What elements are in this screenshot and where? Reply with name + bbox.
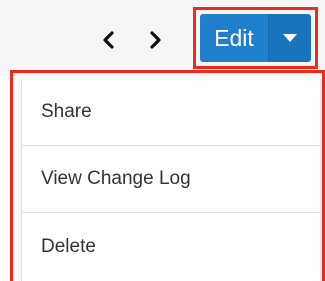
menu-item-view-change-log[interactable]: View Change Log — [22, 146, 320, 213]
next-record-button[interactable] — [141, 26, 169, 54]
menu-item-delete[interactable]: Delete — [22, 213, 320, 280]
edit-button-group: Edit — [200, 14, 311, 62]
chevron-right-icon — [150, 31, 161, 49]
actions-dropdown-menu: Share View Change Log Delete — [21, 79, 321, 281]
menu-item-share[interactable]: Share — [22, 79, 320, 146]
caret-down-icon — [283, 34, 297, 42]
previous-record-button[interactable] — [95, 26, 123, 54]
edit-button[interactable]: Edit — [200, 14, 268, 62]
chevron-left-icon — [103, 31, 114, 49]
edit-actions-dropdown-toggle[interactable] — [268, 14, 311, 62]
